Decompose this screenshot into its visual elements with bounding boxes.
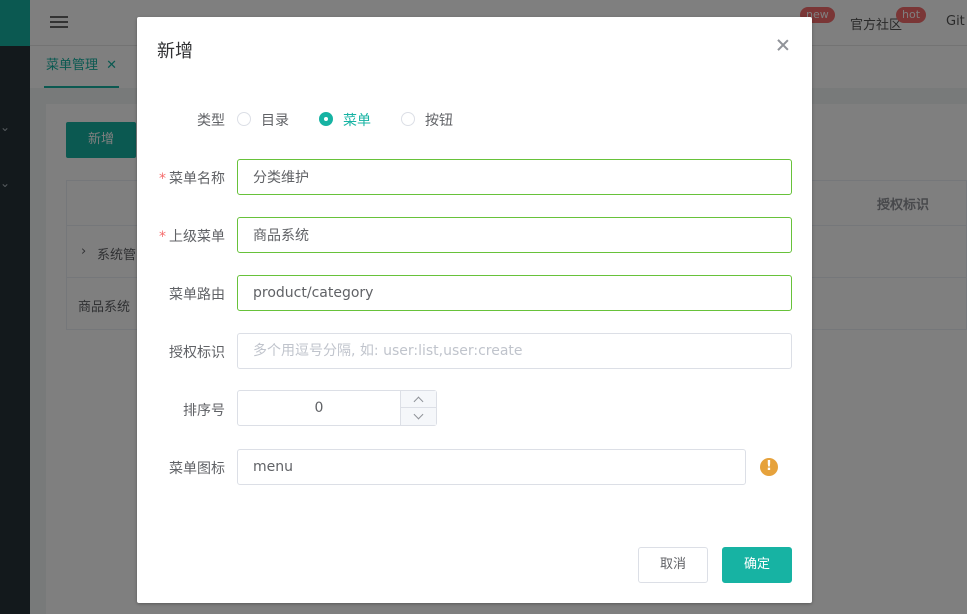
warning-icon[interactable]: !	[760, 458, 778, 476]
add-menu-dialog: 新增 类型 目录 菜单 按钮 *菜单名称 *上级菜单 菜单路由 授权标识 排序号…	[137, 17, 812, 603]
menu-route-label: 菜单路由	[169, 287, 225, 303]
increase-chevron-up-icon[interactable]	[401, 391, 437, 408]
radio-circle-icon	[237, 112, 251, 126]
menu-icon-input[interactable]	[237, 449, 746, 485]
radio-menu-label: 菜单	[343, 113, 371, 129]
close-icon[interactable]	[775, 37, 791, 53]
menu-icon-label: 菜单图标	[169, 461, 225, 477]
order-stepper	[237, 390, 437, 426]
radio-circle-icon	[401, 112, 415, 126]
radio-directory-label: 目录	[261, 113, 289, 129]
parent-menu-input[interactable]	[237, 217, 792, 253]
menu-name-input[interactable]	[237, 159, 792, 195]
parent-menu-label-text: 上级菜单	[169, 229, 225, 245]
menu-route-input[interactable]	[237, 275, 792, 311]
menu-name-label: * 菜单名称	[137, 168, 225, 188]
decrease-chevron-down-icon[interactable]	[401, 408, 437, 425]
radio-button-label: 按钮	[425, 113, 453, 129]
stepper-arrows	[400, 391, 437, 425]
required-mark: *	[159, 229, 166, 245]
perms-label: 授权标识	[169, 345, 225, 361]
parent-menu-label: * 上级菜单	[137, 226, 225, 246]
dialog-title: 新增	[157, 41, 193, 62]
menu-name-label-text: 菜单名称	[169, 171, 225, 187]
type-label: 类型	[197, 113, 225, 129]
confirm-button[interactable]: 确定	[722, 547, 792, 583]
cancel-button[interactable]: 取消	[638, 547, 708, 583]
order-input[interactable]	[238, 391, 400, 425]
radio-checked-icon	[319, 112, 333, 126]
required-mark: *	[159, 171, 166, 187]
perms-input[interactable]	[237, 333, 792, 369]
order-label: 排序号	[183, 403, 225, 419]
